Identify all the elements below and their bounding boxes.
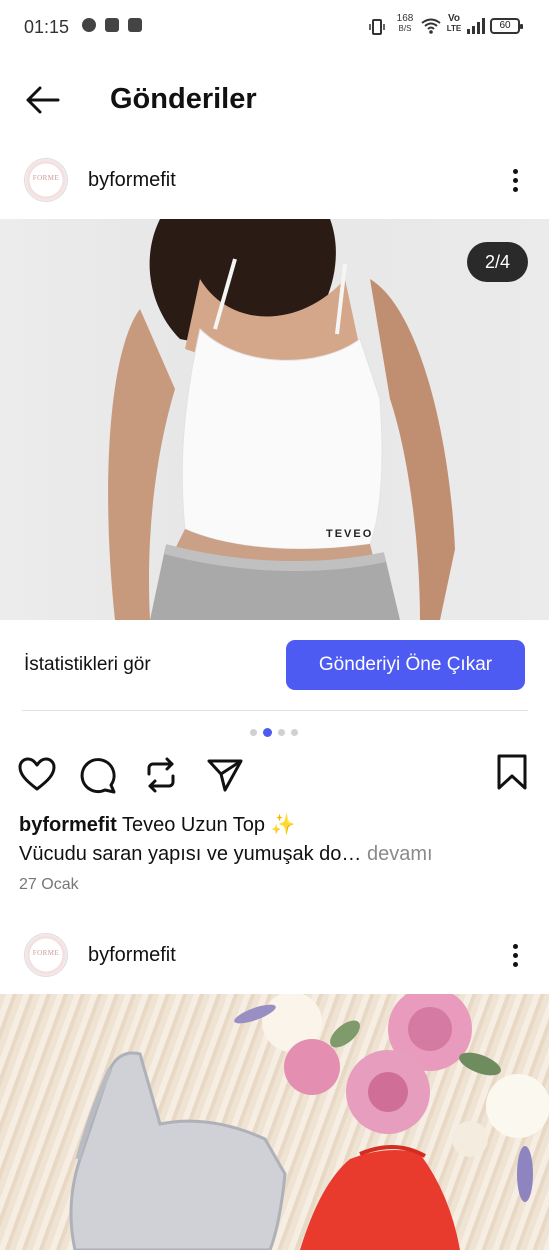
- divider: [22, 710, 528, 711]
- post-caption: byformefit Teveo Uzun Top ✨: [19, 812, 296, 838]
- post-options-button[interactable]: [500, 935, 530, 975]
- back-button[interactable]: [22, 80, 62, 120]
- repost-icon: [147, 757, 175, 793]
- product-photo: [108, 219, 455, 620]
- pdf-notification-icon: [128, 18, 142, 32]
- wifi-icon: [421, 18, 441, 34]
- battery-indicator: 60: [490, 18, 523, 34]
- arrow-left-icon: [26, 86, 60, 114]
- net-speed: 168 B/S: [396, 13, 414, 34]
- post-username[interactable]: byformefit: [88, 167, 176, 193]
- caption-text: Teveo Uzun Top ✨: [122, 814, 296, 836]
- heart-icon: [18, 757, 56, 791]
- repost-button[interactable]: [141, 755, 181, 795]
- signal-icon: [467, 18, 485, 34]
- avatar-logo-text: FORME: [32, 174, 60, 182]
- carousel-dot: [278, 729, 285, 736]
- avatar[interactable]: FORME: [24, 933, 68, 977]
- post-date: 27 Ocak: [19, 876, 79, 893]
- post-username[interactable]: byformefit: [88, 942, 176, 968]
- vibrate-icon: [369, 19, 385, 35]
- send-icon: [207, 759, 243, 792]
- comment-button[interactable]: [78, 756, 118, 796]
- caption-username[interactable]: byformefit: [19, 814, 117, 836]
- carousel-dot: [250, 729, 257, 736]
- post-options-button[interactable]: [500, 160, 530, 200]
- image-counter-badge: 2/4: [467, 242, 528, 282]
- post-image[interactable]: [0, 994, 549, 1250]
- app-notification-icon: [105, 18, 119, 32]
- save-button[interactable]: [492, 752, 532, 792]
- caption-more-link[interactable]: devamı: [367, 843, 433, 865]
- carousel-dot-active: [263, 728, 272, 737]
- avatar[interactable]: FORME: [24, 158, 68, 202]
- product-photo: [69, 994, 549, 1250]
- garment-logo: TEVEO: [326, 528, 374, 540]
- status-bar: 01:15 168 B/S Vo LTE 60: [0, 0, 549, 56]
- caption-truncated-text: Vücudu saran yapısı ve yumuşak do…: [19, 843, 362, 865]
- view-insights-link[interactable]: İstatistikleri gör: [24, 652, 151, 678]
- share-button[interactable]: [205, 755, 245, 795]
- comment-icon: [80, 758, 116, 794]
- like-button[interactable]: [17, 755, 57, 795]
- carousel-dot: [291, 729, 298, 736]
- more-vertical-icon: [513, 944, 518, 949]
- more-vertical-icon: [513, 169, 518, 174]
- caption-line: Vücudu saran yapısı ve yumuşak do… devam…: [19, 841, 433, 867]
- page-title: Gönderiler: [110, 83, 257, 115]
- bookmark-icon: [497, 754, 527, 790]
- boost-post-button[interactable]: Gönderiyi Öne Çıkar: [286, 640, 525, 690]
- status-time: 01:15: [24, 17, 70, 37]
- volte-indicator: Vo LTE: [446, 13, 462, 34]
- chat-notification-icon: [82, 18, 96, 32]
- avatar-logo-text: FORME: [32, 949, 60, 957]
- post-image[interactable]: TEVEO: [0, 219, 549, 620]
